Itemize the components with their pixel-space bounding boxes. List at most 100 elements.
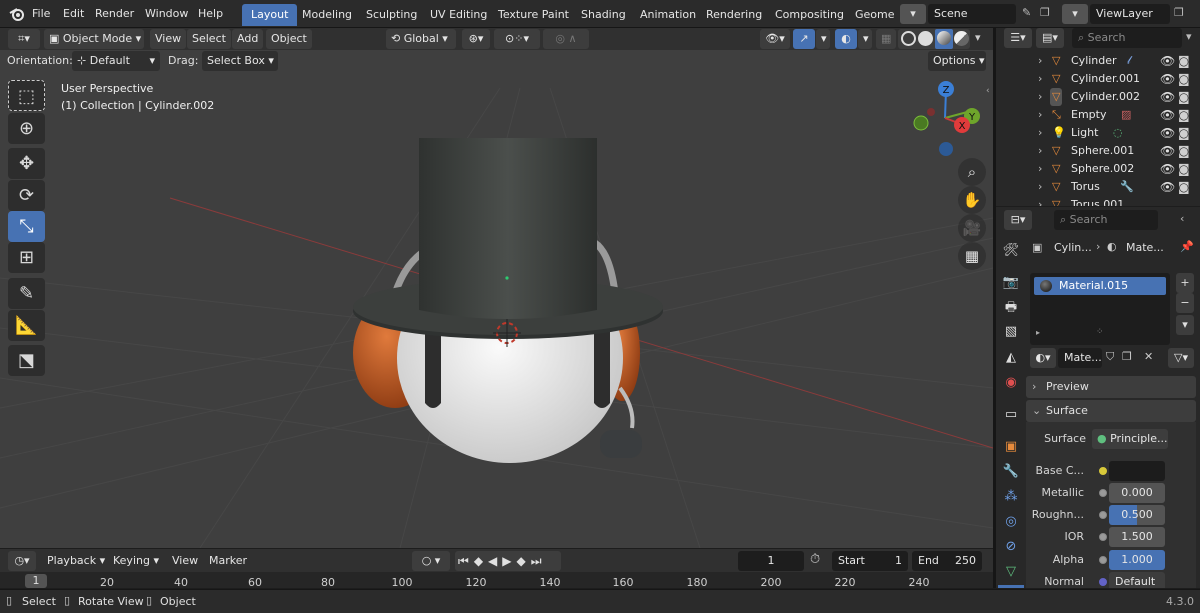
tab-geometry[interactable]: Geomet — [846, 4, 894, 26]
outliner-row-cylinder-002[interactable]: › ▽ Cylinder.002 👁 ◙ — [996, 88, 1200, 106]
scale-tool[interactable]: ⤡ — [8, 211, 45, 242]
timeline-editor-type-icon[interactable]: ◷▾ — [8, 551, 36, 571]
navigation-gizmo[interactable]: Z Y X — [905, 78, 985, 160]
menu-render[interactable]: Render — [89, 0, 140, 28]
tab-animation[interactable]: Animation — [631, 4, 705, 26]
orientation-dropdown[interactable]: ⊹ Default ▾ — [72, 51, 160, 71]
sidebar-toggle-icon[interactable]: ‹ — [986, 86, 994, 98]
ior-field[interactable]: 1.500 — [1109, 527, 1165, 547]
tab-sculpting[interactable]: Sculpting — [357, 4, 426, 26]
render-camera-icon[interactable]: ◙ — [1178, 70, 1190, 88]
copy-viewlayer-icon[interactable]: ❐ — [1174, 6, 1184, 19]
overlay-toggle-icon[interactable]: ◐ — [835, 29, 857, 49]
render-camera-icon[interactable]: ◙ — [1178, 142, 1190, 160]
expand-chevron-icon[interactable]: › — [1038, 88, 1042, 106]
playback-controls[interactable]: ⏮◆◀▶◆⏭ — [455, 551, 561, 571]
rendered-shading-icon[interactable] — [954, 31, 969, 46]
object-tab-icon[interactable]: ▣ — [1000, 436, 1022, 458]
tab-texture-paint[interactable]: Texture Paint — [489, 4, 578, 26]
outliner-row-torus-001[interactable]: › ▽ Torus.001 — [996, 196, 1200, 206]
outliner-row-torus[interactable]: › ▽ Torus 🔧 👁 ◙ — [996, 178, 1200, 196]
drag-dropdown[interactable]: Select Box ▾ — [202, 51, 278, 71]
alpha-slider[interactable]: 1.000 — [1109, 550, 1165, 570]
render-camera-icon[interactable]: ◙ — [1178, 88, 1190, 106]
roughness-slider[interactable]: 0.500 — [1109, 505, 1165, 525]
pin-properties-icon[interactable]: 📌 — [1180, 240, 1194, 253]
render-camera-icon[interactable]: ◙ — [1178, 124, 1190, 142]
float-socket-icon[interactable] — [1099, 511, 1107, 519]
fake-user-shield-icon[interactable]: ⛉ — [1106, 350, 1114, 364]
remove-material-slot-button[interactable]: − — [1176, 293, 1194, 313]
outliner-editor-type-icon[interactable]: ☰▾ — [1004, 28, 1032, 48]
float-socket-icon[interactable] — [1099, 533, 1107, 541]
select-menu[interactable]: Select — [187, 29, 231, 49]
tab-layout[interactable]: Layout — [242, 4, 298, 26]
expand-chevron-icon[interactable]: › — [1038, 124, 1042, 142]
select-box-tool[interactable]: ⬚ — [8, 80, 45, 111]
collection-tab-icon[interactable]: ▭ — [1000, 404, 1022, 426]
pin-icon[interactable]: ✎ — [1022, 6, 1031, 19]
copy-scene-icon[interactable]: ❐ — [1040, 6, 1050, 19]
base-color-swatch[interactable] — [1109, 461, 1165, 481]
material-slot-item[interactable]: Material.015 — [1034, 277, 1166, 295]
tool-tab-icon[interactable]: 🛠 — [1000, 240, 1022, 262]
color-socket-icon[interactable] — [1099, 467, 1107, 475]
visibility-eye-icon[interactable]: 👁 — [1160, 70, 1175, 88]
constraints-tab-icon[interactable]: ⊘ — [1000, 536, 1022, 558]
viewlayer-selector-icon[interactable]: ▾ — [1062, 4, 1088, 24]
auto-keying-icon[interactable]: ○ ▾ — [412, 551, 450, 571]
scene-selector-icon[interactable]: ▾ — [900, 4, 926, 24]
keying-menu[interactable]: Keying ▾ — [108, 551, 164, 571]
tab-compositing[interactable]: Compositing — [766, 4, 853, 26]
expand-chevron-icon[interactable]: › — [1038, 196, 1042, 206]
physics-tab-icon[interactable]: ◎ — [1000, 511, 1022, 533]
area-divider[interactable] — [993, 28, 996, 588]
expand-chevron-icon[interactable]: › — [1038, 142, 1042, 160]
expand-list-icon[interactable]: ▸ — [1036, 328, 1040, 337]
end-frame-field[interactable]: End 250 — [912, 551, 982, 571]
output-tab-icon[interactable]: 🖶 — [1000, 297, 1022, 319]
unlink-material-icon[interactable]: ✕ — [1144, 350, 1153, 363]
tab-rendering[interactable]: Rendering — [697, 4, 771, 26]
gizmo-toggle-icon[interactable]: ↗ — [793, 29, 815, 49]
perspective-toggle-icon[interactable]: ▦ — [958, 242, 986, 270]
material-name-field[interactable]: Mate... — [1058, 348, 1102, 368]
play-icon[interactable]: ▶ — [502, 554, 516, 568]
annotate-tool[interactable]: ✎ — [8, 278, 45, 309]
float-socket-icon[interactable] — [1099, 556, 1107, 564]
duplicate-material-icon[interactable]: ❐ — [1122, 350, 1132, 363]
visibility-eye-icon[interactable]: 👁 — [1160, 124, 1175, 142]
jump-end-icon[interactable]: ⏭ — [531, 554, 547, 568]
outliner-row-light[interactable]: › 💡 Light ◌ 👁 ◙ — [996, 124, 1200, 142]
expand-chevron-icon[interactable]: › — [1038, 160, 1042, 178]
wireframe-shading-icon[interactable] — [901, 31, 916, 46]
next-keyframe-icon[interactable]: ◆ — [517, 554, 531, 568]
normal-field[interactable]: Default — [1109, 572, 1165, 588]
mode-dropdown[interactable]: ▣ Object Mode ▾ — [44, 29, 144, 49]
rotate-tool[interactable]: ⟳ — [8, 180, 45, 211]
visibility-eye-icon[interactable]: 👁 — [1160, 106, 1175, 124]
view-layer-tab-icon[interactable]: ▧ — [1000, 321, 1022, 343]
scroll-up-icon[interactable]: ‹ — [1180, 212, 1184, 225]
shading-dropdown-icon[interactable]: ▾ — [975, 31, 981, 44]
view-menu[interactable]: View — [150, 29, 187, 49]
visibility-eye-icon[interactable]: 👁 — [1160, 178, 1175, 196]
properties-search-input[interactable]: ⌕ Search — [1054, 210, 1158, 230]
expand-chevron-icon[interactable]: › — [1038, 52, 1042, 70]
camera-view-icon[interactable]: 🎥 — [958, 214, 986, 242]
prev-keyframe-icon[interactable]: ◆ — [474, 554, 488, 568]
add-material-slot-button[interactable]: + — [1176, 273, 1194, 293]
current-frame-field[interactable]: 1 — [738, 551, 804, 571]
menu-edit[interactable]: Edit — [57, 0, 90, 28]
pivot-point-icon[interactable]: ⊛▾ — [462, 29, 490, 49]
menu-help[interactable]: Help — [192, 0, 229, 28]
properties-editor-type-icon[interactable]: ⊟▾ — [1004, 210, 1032, 230]
tab-modeling[interactable]: Modeling — [293, 4, 361, 26]
menu-window[interactable]: Window — [139, 0, 194, 28]
gizmo-neg-x-icon[interactable] — [927, 108, 935, 116]
measure-tool[interactable]: 📐 — [8, 310, 45, 341]
playhead-frame-indicator[interactable]: 1 — [25, 574, 47, 588]
move-tool[interactable]: ✥ — [8, 148, 45, 179]
visibility-eye-icon[interactable]: 👁 — [1160, 160, 1175, 178]
browse-material-icon[interactable]: ◐▾ — [1030, 348, 1056, 368]
